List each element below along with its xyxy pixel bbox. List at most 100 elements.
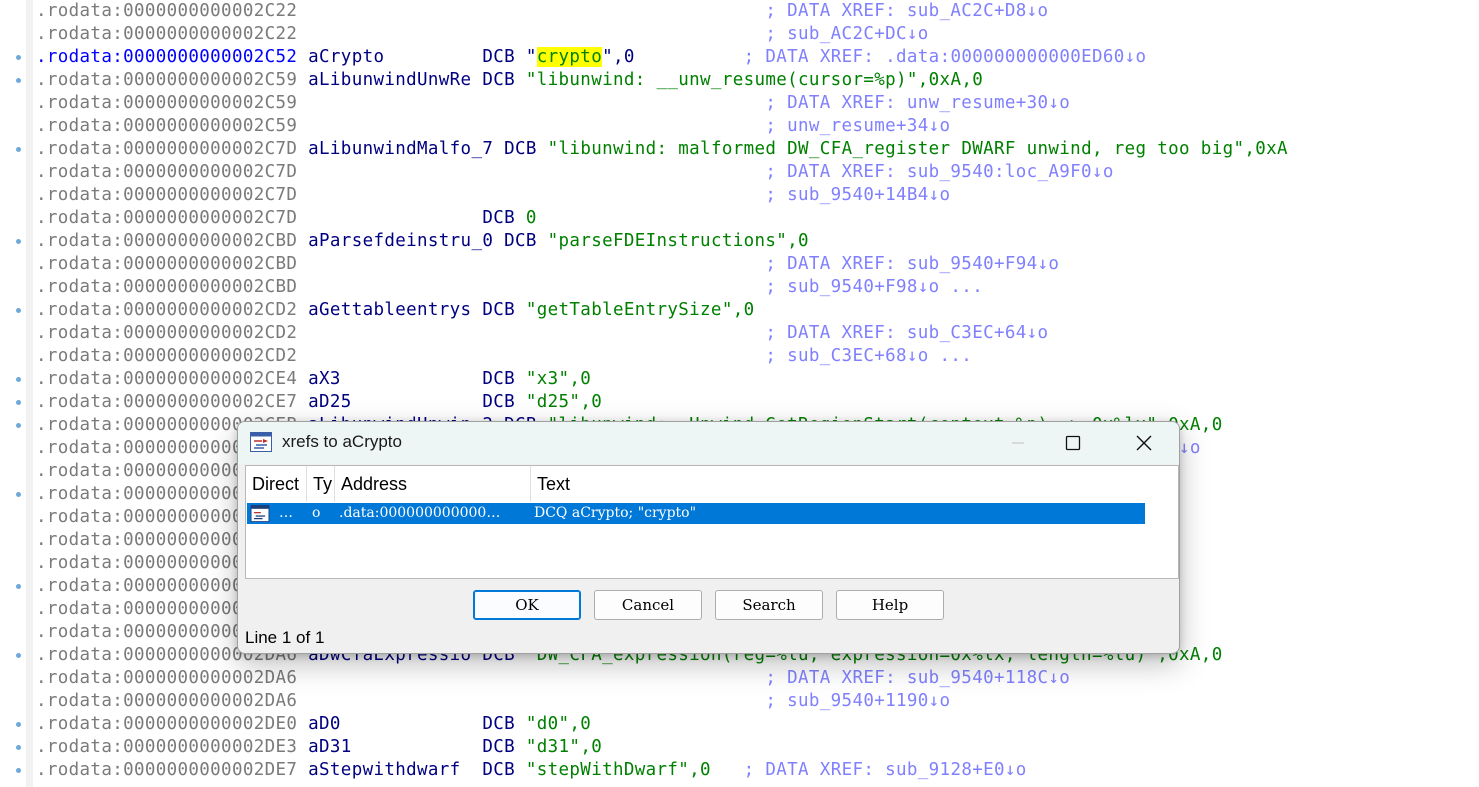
listing-line[interactable]: .rodata:0000000000002CBD ; sub_9540+F98↓… xyxy=(36,276,983,299)
symbol-name[interactable]: aD0 DCB xyxy=(297,714,526,734)
string-literal: "libunwind: __unw_resume(cursor=%p)" xyxy=(525,70,918,90)
symbol-name[interactable]: DCB xyxy=(297,208,526,228)
xrefs-list[interactable]: Direct Ty Address Text … o .data:0000000… xyxy=(245,465,1179,579)
listing-line[interactable]: .rodata:0000000000002C7D aLibunwindMalfo… xyxy=(36,138,1288,161)
xref-comment[interactable]: ; sub_9540+14B4↓o xyxy=(765,185,950,205)
ok-button[interactable]: OK xyxy=(473,590,581,620)
xref-comment[interactable]: ; sub_9540+F98↓o ... xyxy=(765,277,983,297)
xref-comment[interactable]: ; DATA XREF: unw_resume+30↓o xyxy=(765,93,1070,113)
search-button[interactable]: Search xyxy=(715,590,823,620)
segment-address: .rodata:0000000000002C59 xyxy=(36,116,298,136)
xref-address: .data:000000000000… xyxy=(339,505,501,521)
symbol-name[interactable]: aD31 DCB xyxy=(297,737,526,757)
padding xyxy=(297,691,765,711)
highlighted-string[interactable]: crypto xyxy=(536,47,603,67)
segment-address: .rodata:0000000000002CBD xyxy=(36,231,298,251)
column-header-direction[interactable]: Direct xyxy=(246,466,307,502)
listing-gutter xyxy=(0,0,26,787)
xref-comment[interactable]: ; sub_AC2C+DC↓o xyxy=(765,24,928,44)
xref-comment[interactable]: ; DATA XREF: sub_9540+F94↓o xyxy=(765,254,1059,274)
column-header-type[interactable]: Ty xyxy=(307,466,335,502)
xref-comment[interactable]: ; DATA XREF: sub_9540:loc_A9F0↓o xyxy=(765,162,1113,182)
disassembly-view[interactable]: .rodata:0000000000002C22 ; DATA XREF: su… xyxy=(0,0,1479,787)
string-literal: "libunwind: malformed DW_CFA_register DW… xyxy=(547,139,1245,159)
listing-line[interactable]: .rodata:0000000000002DE7 aStepwithdwarf … xyxy=(36,759,1027,782)
listing-line[interactable]: .rodata:0000000000002DE0 aD0 DCB "d0",0 xyxy=(36,713,591,736)
segment-address: .rodata:0000000000002C7D xyxy=(36,208,298,228)
dialog-title: xrefs to aCrypto xyxy=(282,432,402,451)
xref-comment[interactable]: ; DATA XREF: sub_9540+118C↓o xyxy=(765,668,1070,688)
xref-comment[interactable]: ; DATA XREF: sub_AC2C+D8↓o xyxy=(765,1,1048,21)
listing-line[interactable]: .rodata:0000000000002C59 ; DATA XREF: un… xyxy=(36,92,1070,115)
segment-address: .rodata:0000000000002CD2 xyxy=(36,346,298,366)
listing-line[interactable]: .rodata:0000000000002CE7 aD25 DCB "d25",… xyxy=(36,391,602,414)
segment-address: .rodata:0000000000002C22 xyxy=(36,24,298,44)
segment-address: .rodata:0000000000002C59 xyxy=(36,70,298,90)
symbol-name[interactable]: aD25 DCB xyxy=(297,392,526,412)
segment-address: .rodata:0000000000002CBD xyxy=(36,254,298,274)
listing-line[interactable]: .rodata:0000000000002C7D ; DATA XREF: su… xyxy=(36,161,1114,184)
padding xyxy=(297,185,765,205)
listing-line[interactable]: .rodata:0000000000002DA6 ; DATA XREF: su… xyxy=(36,667,1070,690)
listing-line[interactable]: .rodata:0000000000002C59 ; unw_resume+34… xyxy=(36,115,950,138)
listing-line[interactable]: .rodata:0000000000002DA6 ; sub_9540+1190… xyxy=(36,690,950,713)
listing-line[interactable]: .rodata:0000000000002C22 ; sub_AC2C+DC↓o xyxy=(36,23,929,46)
operand-tail: ,0 xyxy=(787,231,809,251)
operand-tail: ",0 xyxy=(602,47,744,67)
listing-line[interactable]: .rodata:0000000000002C7D ; sub_9540+14B4… xyxy=(36,184,950,207)
xref-comment[interactable]: ; DATA XREF: .data:000000000000ED60↓o xyxy=(744,47,1147,67)
symbol-name[interactable]: aCrypto DCB " xyxy=(297,47,537,67)
symbol-name[interactable]: aGettableentrys DCB xyxy=(297,300,526,320)
symbol-name[interactable]: aX3 DCB xyxy=(297,369,526,389)
listing-line[interactable]: .rodata:0000000000002C22 ; DATA XREF: su… xyxy=(36,0,1048,23)
listing-line[interactable]: .rodata:0000000000002CD2 ; sub_C3EC+68↓o… xyxy=(36,345,972,368)
padding xyxy=(297,346,765,366)
listing-line[interactable]: .rodata:0000000000002CBD aParsefdeinstru… xyxy=(36,230,809,253)
xref-comment[interactable]: ; DATA XREF: sub_9128+E0↓o xyxy=(744,760,1027,780)
line-marker-dot xyxy=(16,55,21,60)
segment-address: .rodata:0000000000002DA6 xyxy=(36,691,298,711)
symbol-name[interactable]: aStepwithdwarf DCB xyxy=(297,760,526,780)
minimize-icon xyxy=(1012,442,1024,444)
xref-comment[interactable]: ; DATA XREF: sub_C3EC+64↓o xyxy=(765,323,1048,343)
dialog-titlebar[interactable]: xrefs to aCrypto xyxy=(238,422,1179,464)
listing-line[interactable]: .rodata:0000000000002CD2 ; DATA XREF: su… xyxy=(36,322,1048,345)
operand-tail: ,0xA xyxy=(1244,139,1288,159)
segment-address: .rodata:0000000000002CD2 xyxy=(36,300,298,320)
xref-comment[interactable]: ; sub_9540+1190↓o xyxy=(765,691,950,711)
operand-tail: ,0 xyxy=(569,369,592,389)
help-button[interactable]: Help xyxy=(836,590,944,620)
maximize-button[interactable] xyxy=(1050,422,1096,464)
line-marker-dot xyxy=(16,584,21,589)
listing-line[interactable]: .rodata:0000000000002C7D DCB 0 xyxy=(36,207,537,230)
xref-row-selected[interactable]: … o .data:000000000000… DCQ aCrypto; "cr… xyxy=(247,503,1145,524)
padding xyxy=(297,116,765,136)
xref-comment[interactable]: ; sub_C3EC+68↓o ... xyxy=(765,346,972,366)
string-literal: "d31" xyxy=(525,737,581,757)
column-header-address[interactable]: Address xyxy=(335,466,531,502)
symbol-name[interactable]: aParsefdeinstru_0 DCB xyxy=(297,231,547,251)
column-header-text[interactable]: Text xyxy=(531,466,831,502)
padding xyxy=(297,24,765,44)
listing-line[interactable]: .rodata:0000000000002CBD ; DATA XREF: su… xyxy=(36,253,1059,276)
listing-line[interactable]: .rodata:0000000000002C52 aCrypto DCB "cr… xyxy=(36,46,1146,69)
maximize-icon xyxy=(1065,435,1081,451)
operand-tail: ,0 xyxy=(569,714,592,734)
listing-line[interactable]: .rodata:0000000000002CE4 aX3 DCB "x3",0 xyxy=(36,368,591,391)
operand-tail: ,0 xyxy=(689,760,744,780)
cancel-button[interactable]: Cancel xyxy=(594,590,702,620)
listing-line[interactable]: .rodata:0000000000002DE3 aD31 DCB "d31",… xyxy=(36,736,602,759)
line-marker-dot xyxy=(16,653,21,658)
symbol-name[interactable]: aLibunwindMalfo_7 DCB xyxy=(297,139,547,159)
close-button[interactable] xyxy=(1121,422,1167,464)
line-marker-dot xyxy=(16,423,21,428)
listing-line[interactable]: .rodata:0000000000002C59 aLibunwindUnwRe… xyxy=(36,69,983,92)
xref-comment[interactable]: ; unw_resume+34↓o xyxy=(765,116,950,136)
listing-line[interactable]: .rodata:0000000000002CD2 aGettableentrys… xyxy=(36,299,755,322)
minimize-button[interactable] xyxy=(995,422,1041,464)
xref-text: DCQ aCrypto; "crypto" xyxy=(534,505,697,521)
line-marker-dot xyxy=(16,745,21,750)
string-literal: "stepWithDwarf" xyxy=(525,760,690,780)
symbol-name[interactable]: aLibunwindUnwRe DCB xyxy=(297,70,526,90)
segment-address: .rodata:0000000000002CE4 xyxy=(36,369,298,389)
